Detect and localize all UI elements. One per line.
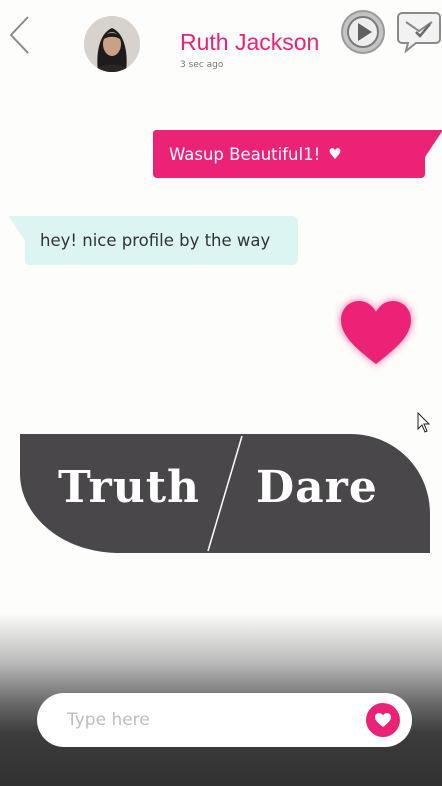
back-button[interactable]: [6, 12, 38, 58]
avatar[interactable]: [84, 16, 140, 72]
sent-message-text: Wasup Beautiful1!: [169, 144, 321, 164]
heart-icon: [339, 299, 413, 366]
dare-option[interactable]: Dare: [256, 462, 378, 513]
heart-reaction-button[interactable]: [333, 292, 419, 374]
heart-emoji: ♥: [328, 144, 342, 163]
send-heart-button[interactable]: [366, 703, 400, 737]
sent-bubble-tail: [423, 130, 442, 160]
play-icon: [341, 10, 385, 54]
inbox-button[interactable]: [396, 7, 442, 55]
truth-option[interactable]: Truth: [58, 462, 200, 513]
last-seen-status: 3 sec ago: [180, 60, 224, 70]
received-message-text: hey! nice profile by the way: [40, 231, 271, 250]
chat-screen: Ruth Jackson 3 sec ago Wasup Beautiful1!…: [0, 0, 442, 786]
mail-check-icon: [397, 12, 441, 54]
avatar-image: [84, 16, 140, 72]
sent-message-bubble[interactable]: Wasup Beautiful1! ♥: [153, 130, 425, 178]
mouse-cursor-icon: [417, 412, 431, 433]
message-input[interactable]: [67, 693, 357, 747]
chevron-left-icon: [9, 16, 29, 54]
heart-icon: [375, 713, 391, 727]
contact-name[interactable]: Ruth Jackson: [180, 29, 319, 56]
received-message-bubble[interactable]: hey! nice profile by the way: [25, 216, 298, 265]
play-button[interactable]: [340, 9, 386, 55]
message-composer: [37, 693, 412, 747]
